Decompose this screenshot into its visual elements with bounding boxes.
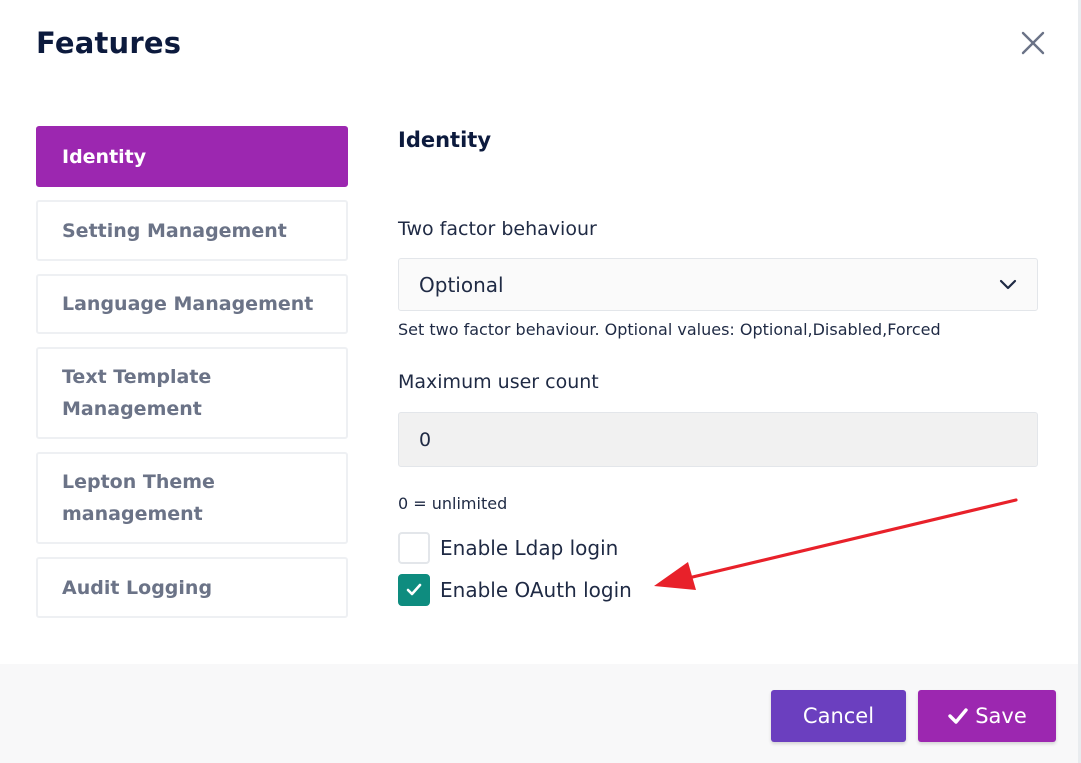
sidebar-item-text-template-management[interactable]: Text Template Management: [36, 347, 348, 439]
two-factor-label: Two factor behaviour: [398, 218, 597, 240]
check-icon: [947, 707, 969, 725]
max-user-count-label: Maximum user count: [398, 371, 599, 393]
cancel-button[interactable]: Cancel: [771, 690, 906, 742]
save-button[interactable]: Save: [918, 690, 1056, 742]
sidebar-item-label: Lepton Theme management: [62, 471, 215, 525]
enable-ldap-login-label: Enable Ldap login: [440, 536, 619, 560]
max-user-count-input[interactable]: [398, 412, 1038, 467]
enable-oauth-login-label: Enable OAuth login: [440, 578, 632, 602]
close-icon: [1021, 31, 1045, 55]
annotation-arrow: [654, 498, 1018, 590]
sidebar-item-label: Text Template Management: [62, 366, 212, 420]
modal-title: Features: [36, 26, 182, 60]
sidebar-item-language-management[interactable]: Language Management: [36, 274, 348, 334]
sidebar-item-label: Audit Logging: [62, 576, 213, 599]
sidebar-item-label: Language Management: [62, 293, 314, 315]
close-button[interactable]: [1016, 26, 1050, 60]
enable-oauth-login-option[interactable]: Enable OAuth login: [398, 574, 632, 606]
features-modal: Features Identity Setting Management Lan…: [0, 0, 1081, 763]
save-button-label: Save: [975, 704, 1027, 728]
sidebar-item-audit-logging[interactable]: Audit Logging: [36, 557, 348, 618]
two-factor-help-text: Set two factor behaviour. Optional value…: [398, 320, 941, 339]
sidebar-item-setting-management[interactable]: Setting Management: [36, 200, 348, 261]
max-user-count-help-text: 0 = unlimited: [398, 494, 508, 513]
section-title: Identity: [398, 128, 492, 152]
modal-footer: Cancel Save: [0, 664, 1078, 763]
two-factor-selected-value: Optional: [419, 272, 504, 297]
enable-ldap-login-checkbox[interactable]: [398, 532, 430, 564]
sidebar-item-label: Setting Management: [62, 219, 287, 242]
two-factor-select[interactable]: Optional: [398, 258, 1038, 311]
sidebar-item-lepton-theme-management[interactable]: Lepton Theme management: [36, 452, 348, 544]
check-icon: [406, 583, 422, 596]
enable-oauth-login-checkbox[interactable]: [398, 574, 430, 606]
sidebar-item-label: Identity: [62, 145, 147, 168]
chevron-down-icon: [999, 279, 1017, 289]
feature-group-nav: Identity Setting Management Language Man…: [36, 126, 348, 631]
sidebar-item-identity[interactable]: Identity: [36, 126, 348, 187]
enable-ldap-login-option[interactable]: Enable Ldap login: [398, 532, 618, 564]
